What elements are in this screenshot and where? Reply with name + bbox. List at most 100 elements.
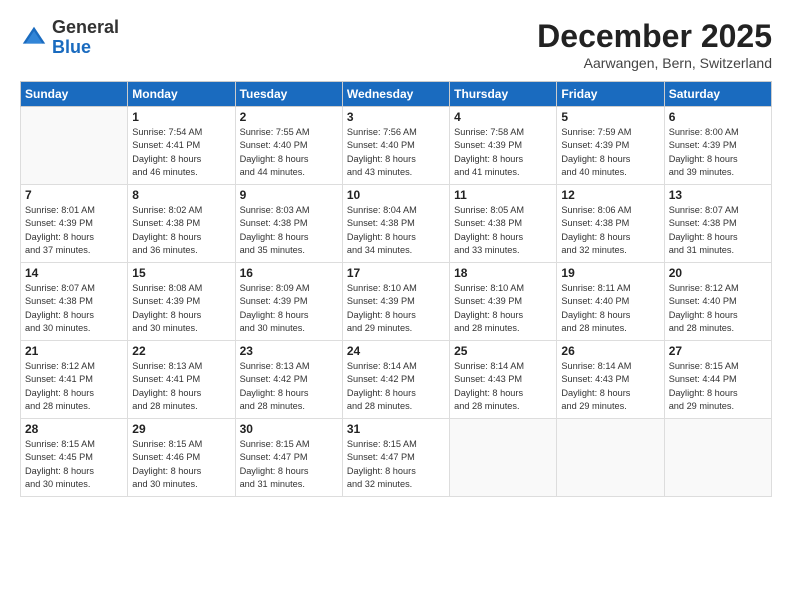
header: General Blue December 2025 Aarwangen, Be…: [20, 18, 772, 71]
title-area: December 2025 Aarwangen, Bern, Switzerla…: [537, 18, 772, 71]
day-info: Sunrise: 8:03 AM Sunset: 4:38 PM Dayligh…: [240, 204, 338, 257]
calendar-cell: 9 Sunrise: 8:03 AM Sunset: 4:38 PM Daylig…: [235, 185, 342, 263]
calendar-week-2: 14Sunrise: 8:07 AM Sunset: 4:38 PM Dayli…: [21, 263, 772, 341]
day-info: Sunrise: 7:55 AM Sunset: 4:40 PM Dayligh…: [240, 126, 338, 179]
day-number: 12: [561, 188, 659, 202]
day-info: Sunrise: 7:59 AM Sunset: 4:39 PM Dayligh…: [561, 126, 659, 179]
day-number: 31: [347, 422, 445, 436]
day-info: Sunrise: 8:08 AM Sunset: 4:39 PM Dayligh…: [132, 282, 230, 335]
calendar-cell: 11Sunrise: 8:05 AM Sunset: 4:38 PM Dayli…: [450, 185, 557, 263]
calendar: SundayMondayTuesdayWednesdayThursdayFrid…: [20, 81, 772, 497]
day-number: 27: [669, 344, 767, 358]
day-info: Sunrise: 8:12 AM Sunset: 4:41 PM Dayligh…: [25, 360, 123, 413]
calendar-cell: 30 Sunrise: 8:15 AM Sunset: 4:47 PM Dayli…: [235, 419, 342, 497]
day-number: 15: [132, 266, 230, 280]
day-info: Sunrise: 8:13 AM Sunset: 4:42 PM Dayligh…: [240, 360, 338, 413]
logo-blue: Blue: [52, 38, 119, 58]
day-number: 16: [240, 266, 338, 280]
day-info: Sunrise: 8:02 AM Sunset: 4:38 PM Dayligh…: [132, 204, 230, 257]
calendar-cell: 22 Sunrise: 8:13 AM Sunset: 4:41 PM Dayli…: [128, 341, 235, 419]
calendar-cell: 2 Sunrise: 7:55 AM Sunset: 4:40 PM Daylig…: [235, 107, 342, 185]
calendar-cell: 1Sunrise: 7:54 AM Sunset: 4:41 PM Daylig…: [128, 107, 235, 185]
day-info: Sunrise: 8:13 AM Sunset: 4:41 PM Dayligh…: [132, 360, 230, 413]
calendar-cell: 8 Sunrise: 8:02 AM Sunset: 4:38 PM Daylig…: [128, 185, 235, 263]
day-info: Sunrise: 8:12 AM Sunset: 4:40 PM Dayligh…: [669, 282, 767, 335]
calendar-cell: 7 Sunrise: 8:01 AM Sunset: 4:39 PM Daylig…: [21, 185, 128, 263]
calendar-cell: 5 Sunrise: 7:59 AM Sunset: 4:39 PM Daylig…: [557, 107, 664, 185]
day-number: 19: [561, 266, 659, 280]
day-number: 5: [561, 110, 659, 124]
calendar-cell: 18 Sunrise: 8:10 AM Sunset: 4:39 PM Dayli…: [450, 263, 557, 341]
day-info: Sunrise: 7:58 AM Sunset: 4:39 PM Dayligh…: [454, 126, 552, 179]
calendar-week-0: 1Sunrise: 7:54 AM Sunset: 4:41 PM Daylig…: [21, 107, 772, 185]
calendar-week-4: 28 Sunrise: 8:15 AM Sunset: 4:45 PM Dayli…: [21, 419, 772, 497]
day-info: Sunrise: 8:10 AM Sunset: 4:39 PM Dayligh…: [347, 282, 445, 335]
day-info: Sunrise: 8:05 AM Sunset: 4:38 PM Dayligh…: [454, 204, 552, 257]
day-number: 30: [240, 422, 338, 436]
calendar-week-3: 21Sunrise: 8:12 AM Sunset: 4:41 PM Dayli…: [21, 341, 772, 419]
day-info: Sunrise: 8:14 AM Sunset: 4:42 PM Dayligh…: [347, 360, 445, 413]
page: General Blue December 2025 Aarwangen, Be…: [0, 0, 792, 612]
day-number: 18: [454, 266, 552, 280]
day-info: Sunrise: 8:15 AM Sunset: 4:47 PM Dayligh…: [347, 438, 445, 491]
calendar-header-wednesday: Wednesday: [342, 82, 449, 107]
logo: General Blue: [20, 18, 119, 58]
day-number: 8: [132, 188, 230, 202]
calendar-cell: 14Sunrise: 8:07 AM Sunset: 4:38 PM Dayli…: [21, 263, 128, 341]
calendar-cell: 4 Sunrise: 7:58 AM Sunset: 4:39 PM Daylig…: [450, 107, 557, 185]
day-number: 22: [132, 344, 230, 358]
day-number: 20: [669, 266, 767, 280]
day-number: 23: [240, 344, 338, 358]
day-info: Sunrise: 8:15 AM Sunset: 4:44 PM Dayligh…: [669, 360, 767, 413]
calendar-cell: 3Sunrise: 7:56 AM Sunset: 4:40 PM Daylig…: [342, 107, 449, 185]
calendar-cell: 27 Sunrise: 8:15 AM Sunset: 4:44 PM Dayli…: [664, 341, 771, 419]
day-number: 24: [347, 344, 445, 358]
calendar-cell: [21, 107, 128, 185]
calendar-week-1: 7 Sunrise: 8:01 AM Sunset: 4:39 PM Daylig…: [21, 185, 772, 263]
calendar-cell: 25 Sunrise: 8:14 AM Sunset: 4:43 PM Dayli…: [450, 341, 557, 419]
logo-text: General Blue: [52, 18, 119, 58]
day-number: 17: [347, 266, 445, 280]
day-info: Sunrise: 8:09 AM Sunset: 4:39 PM Dayligh…: [240, 282, 338, 335]
day-number: 14: [25, 266, 123, 280]
day-info: Sunrise: 8:15 AM Sunset: 4:46 PM Dayligh…: [132, 438, 230, 491]
day-number: 7: [25, 188, 123, 202]
calendar-cell: 31 Sunrise: 8:15 AM Sunset: 4:47 PM Dayli…: [342, 419, 449, 497]
calendar-cell: 28 Sunrise: 8:15 AM Sunset: 4:45 PM Dayli…: [21, 419, 128, 497]
day-number: 9: [240, 188, 338, 202]
calendar-cell: 16 Sunrise: 8:09 AM Sunset: 4:39 PM Dayli…: [235, 263, 342, 341]
calendar-header-friday: Friday: [557, 82, 664, 107]
day-number: 25: [454, 344, 552, 358]
day-info: Sunrise: 8:10 AM Sunset: 4:39 PM Dayligh…: [454, 282, 552, 335]
month-title: December 2025: [537, 18, 772, 55]
calendar-header-sunday: Sunday: [21, 82, 128, 107]
day-info: Sunrise: 8:11 AM Sunset: 4:40 PM Dayligh…: [561, 282, 659, 335]
day-number: 2: [240, 110, 338, 124]
calendar-cell: [450, 419, 557, 497]
day-info: Sunrise: 8:14 AM Sunset: 4:43 PM Dayligh…: [454, 360, 552, 413]
day-info: Sunrise: 8:06 AM Sunset: 4:38 PM Dayligh…: [561, 204, 659, 257]
calendar-cell: 13Sunrise: 8:07 AM Sunset: 4:38 PM Dayli…: [664, 185, 771, 263]
day-number: 10: [347, 188, 445, 202]
calendar-cell: [664, 419, 771, 497]
calendar-header-thursday: Thursday: [450, 82, 557, 107]
day-info: Sunrise: 8:15 AM Sunset: 4:47 PM Dayligh…: [240, 438, 338, 491]
calendar-cell: 20 Sunrise: 8:12 AM Sunset: 4:40 PM Dayli…: [664, 263, 771, 341]
day-number: 28: [25, 422, 123, 436]
calendar-cell: 23 Sunrise: 8:13 AM Sunset: 4:42 PM Dayli…: [235, 341, 342, 419]
calendar-header-monday: Monday: [128, 82, 235, 107]
calendar-header-row: SundayMondayTuesdayWednesdayThursdayFrid…: [21, 82, 772, 107]
calendar-cell: [557, 419, 664, 497]
calendar-cell: 12 Sunrise: 8:06 AM Sunset: 4:38 PM Dayli…: [557, 185, 664, 263]
logo-icon: [20, 24, 48, 52]
calendar-cell: 21Sunrise: 8:12 AM Sunset: 4:41 PM Dayli…: [21, 341, 128, 419]
calendar-cell: 26Sunrise: 8:14 AM Sunset: 4:43 PM Dayli…: [557, 341, 664, 419]
day-info: Sunrise: 8:15 AM Sunset: 4:45 PM Dayligh…: [25, 438, 123, 491]
logo-general: General: [52, 18, 119, 38]
day-number: 4: [454, 110, 552, 124]
calendar-header-tuesday: Tuesday: [235, 82, 342, 107]
calendar-cell: 15 Sunrise: 8:08 AM Sunset: 4:39 PM Dayli…: [128, 263, 235, 341]
day-info: Sunrise: 8:14 AM Sunset: 4:43 PM Dayligh…: [561, 360, 659, 413]
day-info: Sunrise: 8:01 AM Sunset: 4:39 PM Dayligh…: [25, 204, 123, 257]
day-info: Sunrise: 8:07 AM Sunset: 4:38 PM Dayligh…: [669, 204, 767, 257]
